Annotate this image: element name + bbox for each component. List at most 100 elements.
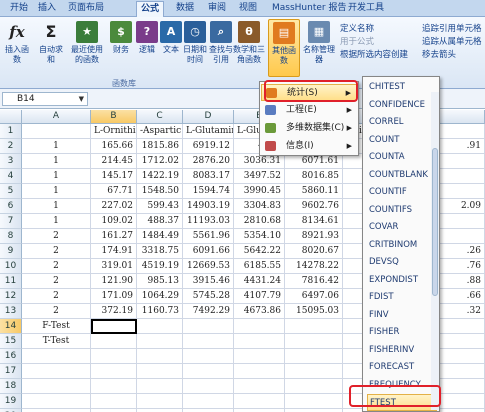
cell-d4[interactable]: 8083.17 (183, 169, 234, 184)
cell-a8[interactable]: 2 (22, 229, 91, 244)
row-header[interactable]: 14 (0, 319, 22, 334)
cell-b1[interactable]: L-Ornithine (91, 124, 137, 139)
cell-c10[interactable]: 4519.19 (137, 259, 183, 274)
cell-c17[interactable] (137, 364, 183, 379)
cell-b5[interactable]: 67.71 (91, 184, 137, 199)
row-header[interactable]: 2 (0, 139, 22, 154)
function-item-forecast[interactable]: FORECAST (367, 359, 437, 376)
function-item-devsq[interactable]: DEVSQ (367, 254, 437, 271)
tab-masshunter[interactable]: MassHunter 报告 (268, 1, 350, 17)
cell-b16[interactable] (91, 349, 137, 364)
cell-f7[interactable]: 8134.61 (285, 214, 343, 229)
cell-f12[interactable]: 6497.06 (285, 289, 343, 304)
recent-functions-button[interactable]: ★ 最近使用的函数 (70, 19, 104, 73)
cell-d18[interactable] (183, 379, 234, 394)
create-from-selection-button[interactable]: 根据所选内容创建 (340, 49, 408, 62)
cell-d1[interactable]: L-Glutamine (183, 124, 234, 139)
trace-precedents-button[interactable]: 追踪引用单元格 (422, 23, 482, 36)
cell-f9[interactable]: 8020.67 (285, 244, 343, 259)
cell-a14[interactable]: F-Test (22, 319, 91, 334)
cell-f10[interactable]: 14278.22 (285, 259, 343, 274)
cell-d3[interactable]: 2876.20 (183, 154, 234, 169)
cell-b8[interactable]: 161.27 (91, 229, 137, 244)
cell-c16[interactable] (137, 349, 183, 364)
cell-b17[interactable] (91, 364, 137, 379)
cell-d9[interactable]: 6091.66 (183, 244, 234, 259)
row-header[interactable]: 15 (0, 334, 22, 349)
cell-d7[interactable]: 11193.03 (183, 214, 234, 229)
cell-a5[interactable]: 1 (22, 184, 91, 199)
cell-f8[interactable]: 8921.93 (285, 229, 343, 244)
cell-e19[interactable] (234, 394, 285, 409)
row-header[interactable]: 16 (0, 349, 22, 364)
cell-a1[interactable] (22, 124, 91, 139)
cell-e10[interactable]: 6185.55 (234, 259, 285, 274)
cell-f18[interactable] (285, 379, 343, 394)
remove-arrows-button[interactable]: 移去箭头 (422, 49, 482, 62)
cell-c1[interactable]: -Aspartic aci (137, 124, 183, 139)
cell-c6[interactable]: 599.43 (137, 199, 183, 214)
tab-page-layout[interactable]: 页面布局 (64, 1, 108, 17)
function-item-finv[interactable]: FINV (367, 307, 437, 324)
cell-e3[interactable]: 3036.31 (234, 154, 285, 169)
row-header[interactable]: 11 (0, 274, 22, 289)
tab-view[interactable]: 视图 (235, 1, 261, 17)
cell-f3[interactable]: 6071.61 (285, 154, 343, 169)
function-item-count[interactable]: COUNT (367, 132, 437, 149)
cell-d10[interactable]: 12669.53 (183, 259, 234, 274)
cell-b13[interactable]: 372.19 (91, 304, 137, 319)
cell-c12[interactable]: 1064.29 (137, 289, 183, 304)
row-header[interactable]: 7 (0, 214, 22, 229)
cell-d17[interactable] (183, 364, 234, 379)
cell-b2[interactable]: 165.66 (91, 139, 137, 154)
cell-a12[interactable]: 2 (22, 289, 91, 304)
cell-e16[interactable] (234, 349, 285, 364)
cell-a3[interactable]: 1 (22, 154, 91, 169)
cell-a18[interactable] (22, 379, 91, 394)
menu-scrollbar-thumb[interactable] (432, 148, 438, 296)
tab-data[interactable]: 数据 (172, 1, 198, 17)
cell-f13[interactable]: 15095.03 (285, 304, 343, 319)
cell-e17[interactable] (234, 364, 285, 379)
row-header[interactable]: 8 (0, 229, 22, 244)
cell-a2[interactable]: 1 (22, 139, 91, 154)
cell-a15[interactable]: T-Test (22, 334, 91, 349)
cell-a11[interactable]: 2 (22, 274, 91, 289)
cell-c5[interactable]: 1548.50 (137, 184, 183, 199)
cell-e18[interactable] (234, 379, 285, 394)
cell-c15[interactable] (137, 334, 183, 349)
cell-a19[interactable] (22, 394, 91, 409)
cell-b7[interactable]: 109.02 (91, 214, 137, 229)
insert-function-button[interactable]: fx 插入函数 (2, 19, 32, 73)
cell-e4[interactable]: 3497.52 (234, 169, 285, 184)
cell-c2[interactable]: 1815.86 (137, 139, 183, 154)
function-item-correl[interactable]: CORREL (367, 114, 437, 131)
cell-c8[interactable]: 1484.49 (137, 229, 183, 244)
function-item-confidence[interactable]: CONFIDENCE (367, 97, 437, 114)
cell-a6[interactable]: 1 (22, 199, 91, 214)
row-header[interactable]: 6 (0, 199, 22, 214)
function-item-chitest[interactable]: CHITEST (367, 79, 437, 96)
cell-e11[interactable]: 4431.24 (234, 274, 285, 289)
row-header[interactable]: 13 (0, 304, 22, 319)
row-header[interactable]: 3 (0, 154, 22, 169)
cell-d8[interactable]: 5561.96 (183, 229, 234, 244)
cell-d19[interactable] (183, 394, 234, 409)
cell-f4[interactable]: 8016.85 (285, 169, 343, 184)
cell-e9[interactable]: 5642.22 (234, 244, 285, 259)
row-header[interactable]: 5 (0, 184, 22, 199)
tab-review[interactable]: 审阅 (204, 1, 230, 17)
cell-b18[interactable] (91, 379, 137, 394)
cell-d11[interactable]: 3915.46 (183, 274, 234, 289)
cell-c18[interactable] (137, 379, 183, 394)
cell-b10[interactable]: 319.01 (91, 259, 137, 274)
cell-b6[interactable]: 227.02 (91, 199, 137, 214)
menu-item-information[interactable]: 信息(I) ▶ (261, 138, 357, 155)
use-in-formula-button[interactable]: 用于公式 (340, 36, 408, 49)
function-item-covar[interactable]: COVAR (367, 219, 437, 236)
cell-d6[interactable]: 14903.19 (183, 199, 234, 214)
row-header[interactable]: 9 (0, 244, 22, 259)
function-item-countblank[interactable]: COUNTBLANK (367, 167, 437, 184)
tab-home[interactable]: 开始 (6, 1, 32, 17)
autosum-button[interactable]: Σ 自动求和 (36, 19, 66, 73)
